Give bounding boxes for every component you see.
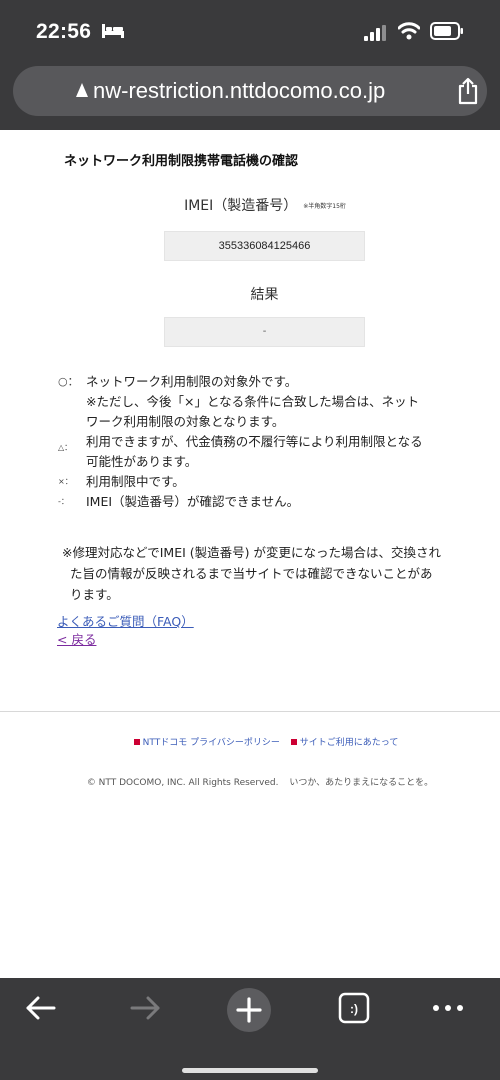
privacy-policy-link[interactable]: NTTドコモ プライバシーポリシー: [133, 738, 280, 748]
forward-arrow-icon[interactable]: [128, 994, 162, 1022]
back-arrow-icon[interactable]: [24, 994, 58, 1022]
notice-line: た旨の情報が反映されるまで当サイトでは確認できないことがあ: [70, 566, 433, 581]
url-text[interactable]: nw-restriction.nttdocomo.co.jp: [93, 78, 385, 104]
browser-toolbar: :): [0, 978, 500, 1080]
legend-text-warning-line: 利用できますが、代金債務の不履行等により利用制限となる: [86, 434, 423, 449]
bed-icon: [102, 24, 124, 38]
copyright: © NTT DOCOMO, INC. All Rights Reserved. …: [0, 775, 500, 788]
legend-row-ok: ○： ネットワーク利用制限の対象外です。: [58, 372, 478, 392]
notice-line: ります。: [70, 587, 119, 602]
share-icon[interactable]: [455, 77, 481, 105]
site-terms-label: サイトご利用にあたって: [299, 738, 399, 748]
imei-note: ※半角数字15桁: [303, 203, 346, 210]
home-indicator: [182, 1068, 318, 1073]
bullet-icon: [290, 739, 297, 745]
signal-icon: [364, 25, 386, 41]
result-field: -: [164, 317, 365, 347]
legend-text-warning-line: 可能性があります。: [86, 454, 198, 469]
status-time: 22:56: [36, 20, 92, 43]
copyright-text: © NTT DOCOMO, INC. All Rights Reserved.: [86, 778, 279, 788]
legend-row-restricted: ×： 利用制限中です。: [58, 472, 478, 492]
imei-label-text: IMEI（製造番号）: [184, 198, 298, 214]
legend-note-line: ※ただし、今後「×」となる条件に合致した場合は、ネット: [86, 394, 420, 409]
legend-mark-ok: ○：: [58, 375, 79, 388]
legend: ○： ネットワーク利用制限の対象外です。 ※ただし、今後「×」となる条件に合致し…: [58, 372, 478, 512]
slogan-text: いつか、あたりまえになることを。: [289, 778, 434, 788]
more-icon[interactable]: [430, 998, 466, 1018]
legend-text-ok: ネットワーク利用制限の対象外です。: [86, 374, 298, 389]
legend-text-unknown: IMEI（製造番号）が確認できません。: [86, 494, 300, 509]
new-tab-icon[interactable]: [226, 987, 272, 1033]
wifi-icon: [398, 22, 420, 40]
footer-links: NTTドコモ プライバシーポリシー サイトご利用にあたって: [0, 735, 500, 748]
faq-link[interactable]: よくあるご質問（FAQ）: [57, 611, 194, 630]
battery-icon: [430, 22, 463, 40]
legend-mark-restricted: ×：: [58, 477, 73, 486]
url-bar[interactable]: nw-restriction.nttdocomo.co.jp: [13, 66, 487, 116]
imei-field: 355336084125466: [164, 231, 365, 261]
page-title: ネットワーク利用制限携帯電話機の確認: [64, 154, 299, 169]
legend-note-line: ワーク利用制限の対象となります。: [86, 414, 285, 429]
legend-mark-unknown: -：: [58, 497, 69, 506]
lock-icon: [76, 83, 88, 97]
legend-row-warning: △： 利用できますが、代金債務の不履行等により利用制限となる 可能性があります。: [58, 432, 478, 472]
tabs-icon-glyph: :): [350, 1002, 358, 1016]
footer-divider: [0, 711, 500, 712]
legend-text-restricted: 利用制限中です。: [86, 474, 185, 489]
tabs-icon[interactable]: :): [337, 991, 371, 1025]
legend-mark-warning: △：: [58, 443, 73, 452]
imei-label: IMEI（製造番号） ※半角数字15桁: [0, 195, 500, 215]
notice-line: ※修理対応などでIMEI (製造番号) が変更になった場合は、交換され: [62, 545, 441, 560]
bullet-icon: [133, 739, 140, 745]
browser-top-chrome: 22:56 nw-restriction.nttdocomo.co.jp: [0, 0, 500, 130]
back-link[interactable]: < 戻る: [57, 629, 96, 648]
site-terms-link[interactable]: サイトご利用にあたって: [290, 738, 399, 748]
legend-text-warning: 利用できますが、代金債務の不履行等により利用制限となる 可能性があります。: [86, 432, 478, 472]
legend-row-unknown: -： IMEI（製造番号）が確認できません。: [58, 492, 478, 512]
status-bar: 22:56: [0, 0, 500, 62]
result-label: 結果: [250, 287, 279, 303]
privacy-policy-label: NTTドコモ プライバシーポリシー: [142, 738, 280, 748]
repair-notice: ※修理対応などでIMEI (製造番号) が変更になった場合は、交換され た旨の情…: [62, 542, 482, 605]
